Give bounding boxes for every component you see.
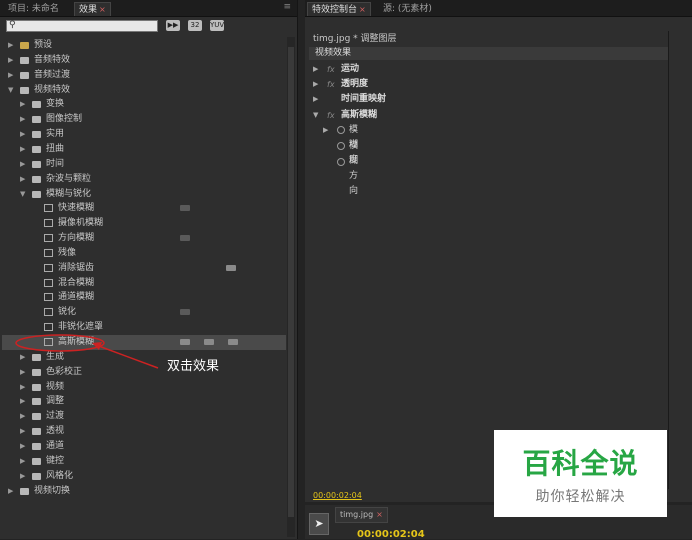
expand-icon[interactable]: ▶ <box>313 92 318 107</box>
watermark: 百科全说 助你轻松解决 <box>494 430 667 517</box>
close-icon[interactable]: × <box>376 510 383 519</box>
collapse-icon[interactable]: ▼ <box>313 108 318 123</box>
highlight-ellipse <box>15 334 105 352</box>
timecode[interactable]: 00:00:02:04 <box>313 491 362 500</box>
stopwatch-icon[interactable] <box>337 142 345 150</box>
stopwatch-icon[interactable] <box>337 158 345 166</box>
timeline-divider[interactable] <box>668 31 669 489</box>
annotation-arrow <box>95 344 159 369</box>
video-effects-header: 视频效果 <box>309 47 669 60</box>
effect-row-gaussian-blur[interactable]: ▼ fx 高斯模糊 <box>309 108 664 123</box>
tab-source[interactable]: 源: (无素材) <box>379 2 436 16</box>
effect-row-opacity[interactable]: ▶ fx 透明度 <box>309 77 664 92</box>
watermark-subtitle: 助你轻松解决 <box>535 489 626 505</box>
fx-icon[interactable]: fx <box>327 62 335 77</box>
effect-row-time-remap[interactable]: ▶ 时间重映射 <box>309 92 664 107</box>
stopwatch-icon[interactable] <box>337 126 345 134</box>
watermark-title: 百科全说 <box>522 447 639 480</box>
tab-effect-controls[interactable]: 特效控制台 × <box>307 2 371 16</box>
tab-timeline-sequence[interactable]: timg.jpg × <box>335 507 388 523</box>
expand-icon[interactable]: ▶ <box>323 123 328 138</box>
selection-tool-icon[interactable]: ➤ <box>309 513 329 535</box>
effect-row-motion[interactable]: ▶ fx 运动 <box>309 62 664 77</box>
expand-icon[interactable]: ▶ <box>313 62 318 77</box>
fx-icon[interactable]: fx <box>327 77 335 92</box>
clip-title: timg.jpg * 调整图层 <box>313 34 397 44</box>
timeline-timecode[interactable]: 00:00:02:04 <box>357 529 425 540</box>
close-icon[interactable]: × <box>359 5 366 14</box>
right-tab-bar: 特效控制台 × 源: (无素材) <box>305 0 692 17</box>
annotation-label: 双击效果 <box>167 359 220 374</box>
fx-icon[interactable]: fx <box>327 108 335 123</box>
effect-controls-panel: 特效控制台 × 源: (无素材) timg.jpg * 调整图层 视频效果 ▶ f… <box>305 0 692 502</box>
expand-icon[interactable]: ▶ <box>313 77 318 92</box>
